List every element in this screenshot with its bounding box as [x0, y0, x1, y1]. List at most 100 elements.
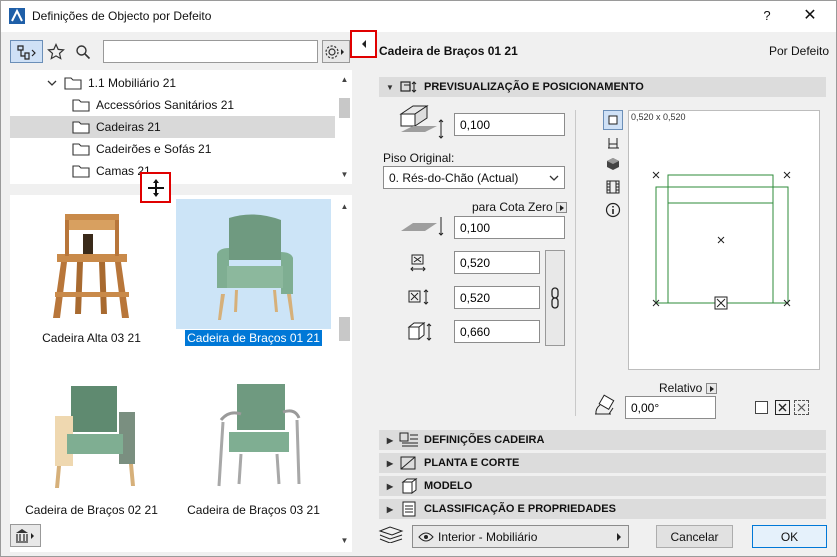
- section-preview-header[interactable]: ▼ PREVISUALIZAÇÃO E POSICIONAMENTO: [379, 77, 826, 97]
- favorites-button[interactable]: [45, 40, 67, 63]
- zero-elevation-field[interactable]: [454, 216, 565, 239]
- section-plan-header[interactable]: ▶ PLANTA E CORTE: [379, 453, 826, 473]
- cube-3d-icon: [607, 158, 619, 170]
- scroll-up-arrow-icon[interactable]: ▲: [337, 199, 352, 214]
- eye-icon: [418, 532, 434, 541]
- scroll-down-arrow-icon[interactable]: ▼: [337, 533, 352, 548]
- tree-item-cadeiroes[interactable]: Cadeirões e Sofás 21: [10, 138, 335, 160]
- scroll-thumb[interactable]: [339, 317, 350, 341]
- default-label: Por Defeito: [768, 44, 829, 58]
- dialog-window: Definições de Objecto por Defeito ? ✕ 1.…: [0, 0, 837, 557]
- scroll-up-arrow-icon[interactable]: ▲: [337, 72, 352, 87]
- link-dimensions-button[interactable]: [545, 250, 565, 346]
- library-settings-button[interactable]: [322, 40, 350, 63]
- tree-item-mobiliario[interactable]: 1.1 Mobiliário 21: [10, 72, 335, 94]
- cancel-button[interactable]: Cancelar: [656, 525, 733, 548]
- armchair-wood-icon: [54, 386, 135, 488]
- gallery-item-label: Cadeira Alta 03 21: [42, 331, 141, 345]
- armchair-wood-thumbnail: [14, 371, 169, 501]
- triangle-right-icon: [617, 532, 621, 541]
- library-icon: [15, 528, 34, 543]
- folder-tree: 1.1 Mobiliário 21 Accessórios Sanitários…: [10, 70, 352, 184]
- view-animation-button[interactable]: [603, 177, 623, 197]
- close-button[interactable]: ✕: [796, 4, 824, 28]
- gear-icon: [325, 44, 344, 59]
- high-chair-icon: [52, 214, 129, 318]
- layer-stack-icon: [377, 523, 405, 545]
- move-cursor-icon: [147, 178, 164, 197]
- mirror-y-checkbox[interactable]: [794, 400, 809, 415]
- dialog-footer: Interior - Mobiliário Cancelar OK: [373, 519, 836, 556]
- section-chair-header[interactable]: ▶ DEFINIÇÕES CADEIRA: [379, 430, 826, 450]
- section-classification-title: CLASSIFICAÇÃO E PROPRIEDADES: [424, 503, 616, 515]
- help-button[interactable]: ?: [753, 4, 781, 28]
- folder-icon: [64, 77, 82, 90]
- search-icon: [76, 44, 91, 59]
- resize-handle[interactable]: [140, 172, 171, 203]
- armchair-green-icon: [216, 214, 294, 320]
- mirror-x-checkbox[interactable]: [775, 400, 790, 415]
- chain-link-icon: [551, 287, 559, 309]
- plan-preview-drawing: [652, 171, 791, 310]
- view-plan-button[interactable]: [603, 110, 623, 130]
- layer-select-content: Interior - Mobiliário: [418, 530, 537, 544]
- width-icon: [407, 252, 429, 274]
- library-manager-button[interactable]: [10, 524, 41, 547]
- relative-arrow-icon[interactable]: [705, 383, 717, 395]
- layer-select-value: Interior - Mobiliário: [438, 529, 538, 544]
- floor-select[interactable]: 0. Rés-do-Chão (Actual): [383, 166, 565, 189]
- mirror-off-checkbox[interactable]: [755, 401, 768, 414]
- rotation-angle-icon: [591, 394, 621, 420]
- zero-level-arrow-icon[interactable]: [556, 202, 568, 214]
- zero-level-text: para Cota Zero: [472, 200, 553, 214]
- tree-item-label: Cadeiras 21: [96, 120, 161, 134]
- object-gallery: Cadeira Alta 03 21 Cadeira de Braços 01 …: [10, 195, 352, 552]
- chair-settings-icon: [398, 432, 420, 448]
- scroll-down-arrow-icon[interactable]: ▼: [337, 167, 352, 182]
- collapse-panel-button[interactable]: [350, 30, 377, 58]
- chevron-left-icon: [361, 40, 366, 48]
- view-info-button[interactable]: [603, 200, 623, 220]
- triangle-down-icon: ▼: [386, 82, 394, 92]
- gallery-item-label-selected: Cadeira de Braços 01 21: [176, 330, 331, 346]
- search-button[interactable]: [72, 40, 94, 63]
- section-model-header[interactable]: ▶ MODELO: [379, 476, 826, 496]
- view-3d-button[interactable]: [603, 154, 623, 174]
- relative-text: Relativo: [659, 381, 703, 395]
- armchair-metal-icon: [217, 384, 300, 487]
- gallery-scrollbar[interactable]: ▲ ▼: [337, 195, 352, 552]
- search-input[interactable]: [103, 40, 318, 63]
- tree-scrollbar[interactable]: ▲ ▼: [337, 70, 352, 184]
- rotation-angle-field[interactable]: [625, 396, 716, 419]
- model-cube-icon: [398, 478, 420, 494]
- cross-icon: [797, 403, 806, 412]
- chevron-down-icon: [47, 80, 57, 86]
- folder-icon: [72, 165, 90, 178]
- elevation-icon: [397, 104, 447, 142]
- folder-view-toggle-button[interactable]: [10, 40, 43, 63]
- elevation-field[interactable]: [454, 113, 565, 136]
- view-side-button[interactable]: [603, 133, 623, 153]
- depth-field[interactable]: [454, 286, 540, 309]
- tree-item-label: Cadeirões e Sofás 21: [96, 142, 212, 156]
- ok-button[interactable]: OK: [752, 525, 827, 548]
- section-classification-header[interactable]: ▶ CLASSIFICAÇÃO E PROPRIEDADES: [379, 499, 826, 519]
- layer-select[interactable]: Interior - Mobiliário: [412, 525, 629, 548]
- tree-item-acessorios[interactable]: Accessórios Sanitários 21: [10, 94, 335, 116]
- folder-icon: [72, 121, 90, 134]
- scroll-thumb[interactable]: [339, 98, 350, 118]
- gallery-item-label: Cadeira de Braços 03 21: [187, 503, 320, 517]
- cross-icon: [778, 403, 787, 412]
- tree-item-cadeiras[interactable]: Cadeiras 21: [10, 116, 335, 138]
- relative-label[interactable]: Relativo: [659, 381, 717, 395]
- tree-item-camas[interactable]: Camas 21: [10, 160, 335, 182]
- archicad-logo-icon: [9, 8, 25, 24]
- height-field[interactable]: [454, 320, 540, 343]
- width-field[interactable]: [454, 251, 540, 274]
- zero-level-label[interactable]: para Cota Zero: [472, 200, 568, 214]
- title-bar: Definições de Objecto por Defeito ? ✕: [1, 1, 836, 32]
- section-preview-title: PREVISUALIZAÇÃO E POSICIONAMENTO: [424, 81, 644, 93]
- height-icon: [407, 320, 435, 344]
- section-model-title: MODELO: [424, 480, 473, 492]
- section-chair-title: DEFINIÇÕES CADEIRA: [424, 434, 545, 446]
